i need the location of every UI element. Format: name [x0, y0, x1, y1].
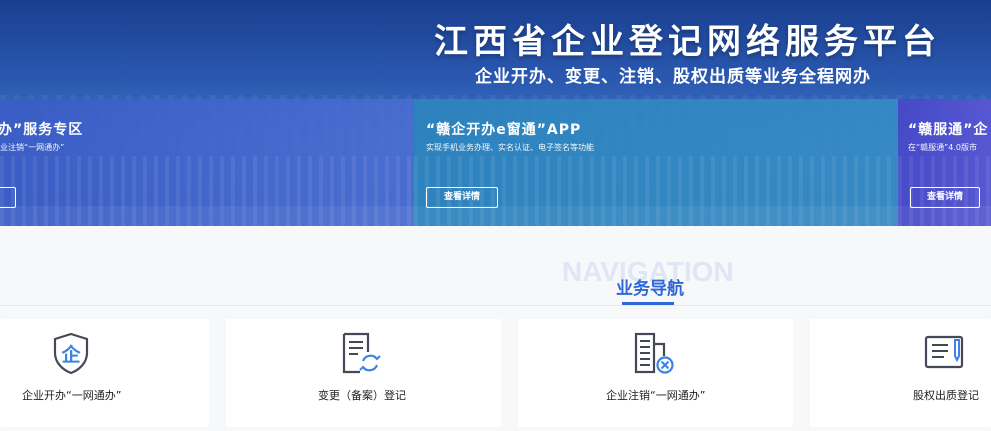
tile-enterprise-deregistration[interactable]: 企业注销“一网通办” — [518, 319, 793, 427]
card-description: 业注销“一网通办” — [0, 143, 65, 152]
tile-label: 变更（备案）登记 — [318, 389, 406, 402]
tile-enterprise-opening[interactable]: 企 企业开办“一网通办” — [0, 319, 209, 427]
form-pen-icon — [924, 335, 964, 369]
tile-change-registration[interactable]: 变更（备案）登记 — [226, 319, 501, 427]
card-description: 实现手机业务办理、实名认证、电子签名等功能 — [426, 143, 594, 152]
card-description: 在“赣服通”4.0版市 — [908, 143, 978, 152]
tile-label: 企业注销“一网通办” — [606, 389, 706, 402]
card-title: “赣服通”企 — [908, 122, 989, 138]
service-zone-card[interactable]: 办”服务专区 业注销“一网通办” — [0, 99, 414, 226]
tile-label: 企业开办“一网通办” — [22, 389, 122, 402]
document-refresh-icon — [342, 332, 381, 374]
card-background-image — [0, 156, 414, 226]
enterprise-shield-icon: 企 — [53, 332, 89, 375]
platform-title: 江西省企业登记网络服务平台 — [434, 22, 941, 62]
section-divider — [0, 305, 991, 306]
view-details-button[interactable]: 查看详情 — [910, 187, 980, 208]
platform-subtitle: 企业开办、变更、注销、股权出质等业务全程网办 — [475, 67, 871, 87]
business-navigation: NAVIGATION 业务导航 企 企业开办“一网通办” 变更（备案）登记 企业… — [0, 226, 991, 431]
navigation-heading: 业务导航 — [616, 279, 684, 299]
view-details-button[interactable] — [0, 187, 16, 208]
card-title: 办”服务专区 — [0, 122, 84, 138]
svg-text:企: 企 — [60, 343, 81, 366]
view-details-button[interactable]: 查看详情 — [426, 187, 498, 208]
hero-banner: 江西省企业登记网络服务平台 企业开办、变更、注销、股权出质等业务全程网办 办”服… — [0, 0, 991, 226]
tile-equity-pledge[interactable]: 股权出质登记 — [810, 319, 991, 427]
card-title: “赣企开办e窗通”APP — [426, 122, 582, 138]
tile-label: 股权出质登记 — [913, 389, 979, 402]
building-cancel-icon — [634, 332, 674, 374]
